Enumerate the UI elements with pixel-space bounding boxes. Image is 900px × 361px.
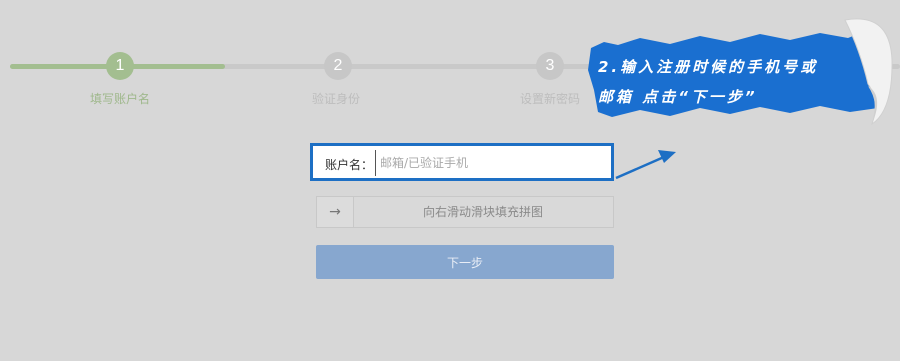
annotation-line-2: 邮箱 点击“下一步” [598, 88, 758, 106]
annotation-text: 2.输入注册时候的手机号或 邮箱 点击“下一步” [598, 52, 868, 112]
annotation-arrow-head [658, 150, 676, 163]
annotation-line-1: 2.输入注册时候的手机号或 [598, 58, 819, 76]
annotation-arrow-line [615, 155, 665, 180]
